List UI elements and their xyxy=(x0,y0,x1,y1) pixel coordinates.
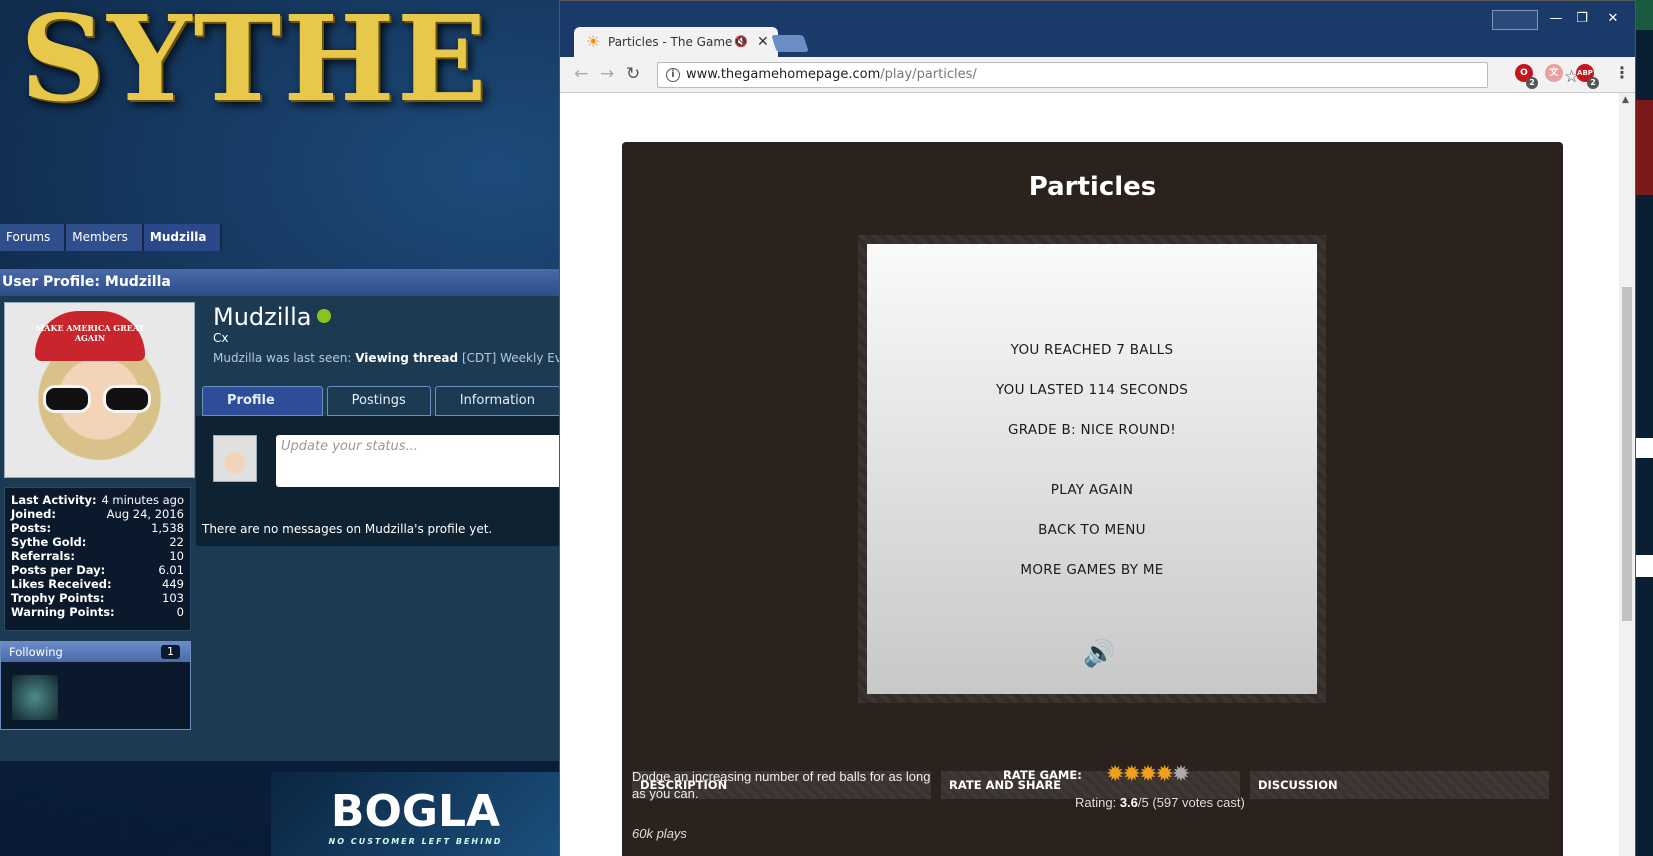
stat-row: Posts: 1,538 xyxy=(11,521,184,535)
address-bar[interactable]: i www.thegamehomepage.com/play/particles… xyxy=(657,62,1579,88)
rating-star-icon[interactable]: ✹ xyxy=(1155,762,1173,787)
page-viewport: Particles YOU REACHED 7 BALLS YOU LASTED… xyxy=(560,93,1619,856)
stat-row: Likes Received: 449 xyxy=(11,577,184,591)
reload-icon[interactable]: ↻ xyxy=(626,65,640,83)
status-input[interactable]: Update your status... xyxy=(276,435,566,487)
play-count: 60k plays xyxy=(632,826,687,841)
breadcrumb-members[interactable]: Members xyxy=(66,224,144,251)
grade-result: GRADE B: NICE ROUND! xyxy=(1008,422,1176,438)
url-domain: www.thegamehomepage.com xyxy=(686,67,881,82)
more-games-button[interactable]: MORE GAMES BY ME xyxy=(867,562,1317,578)
browser-toolbar: ← → ↻ i www.thegamehomepage.com/play/par… xyxy=(560,57,1635,93)
no-messages-text: There are no messages on Mudzilla's prof… xyxy=(202,522,493,536)
stat-row: Last Activity: 4 minutes ago xyxy=(11,493,184,507)
rating-star-icon[interactable]: ✹ xyxy=(1106,762,1124,787)
minimize-icon[interactable]: — xyxy=(1543,10,1569,30)
following-user-avatar[interactable] xyxy=(12,675,58,720)
browser-tab-active[interactable]: ☀ Particles - The Game H 🔇 ✕ xyxy=(574,27,778,57)
tab-information[interactable]: Information xyxy=(434,386,560,416)
sun-favicon-icon: ☀ xyxy=(586,32,601,51)
scroll-up-icon[interactable]: ▲ xyxy=(1622,95,1629,105)
tab-close-icon[interactable]: ✕ xyxy=(757,27,769,57)
rate-game-label: RATE GAME: xyxy=(1003,768,1082,782)
rating-value: 3.6 xyxy=(1119,795,1138,810)
background-window-edge xyxy=(1636,0,1653,856)
tab-postings[interactable]: Postings xyxy=(326,386,431,416)
rating-star-icon[interactable]: ✹ xyxy=(1122,762,1140,787)
stat-row: Sythe Gold: 22 xyxy=(11,535,184,549)
banner-title: BOGLA xyxy=(330,786,501,837)
stat-row: Trophy Points: 103 xyxy=(11,591,184,605)
stat-row: Posts per Day: 6.01 xyxy=(11,563,184,577)
rating-star-icon[interactable]: ✹ xyxy=(1172,762,1190,787)
following-count-badge: 1 xyxy=(161,645,180,659)
vertical-scrollbar[interactable]: ▲ xyxy=(1619,93,1635,856)
profile-avatar[interactable]: MAKE AMERICA GREAT AGAIN xyxy=(4,302,195,478)
game-panel: Particles YOU REACHED 7 BALLS YOU LASTED… xyxy=(622,142,1563,856)
menu-dots-icon[interactable]: ⋮ xyxy=(1614,63,1630,82)
close-window-icon[interactable]: ✕ xyxy=(1595,10,1631,30)
game-description: Dodge an increasing number of red balls … xyxy=(632,769,931,801)
balls-result: YOU REACHED 7 BALLS xyxy=(1010,342,1174,358)
following-box: Following 1 xyxy=(0,641,191,730)
game-title: Particles xyxy=(1028,172,1157,202)
bogla-banner[interactable]: BOGLA NO CUSTOMER LEFT BEHIND xyxy=(271,772,560,856)
last-seen: Mudzilla was last seen: Viewing thread [… xyxy=(213,351,590,365)
last-seen-action: Viewing thread xyxy=(355,351,459,365)
avatar-sunglasses xyxy=(43,385,155,413)
online-indicator-icon xyxy=(317,309,332,323)
adblock-count-badge: 2 xyxy=(1587,77,1599,89)
breadcrumb-forums[interactable]: Forums xyxy=(0,224,67,251)
stat-row: Joined: Aug 24, 2016 xyxy=(11,507,184,521)
profile-stats: Last Activity: 4 minutes ago Joined: Aug 2… xyxy=(4,487,191,631)
star-rating[interactable]: ✹✹✹✹✹ xyxy=(1106,762,1190,787)
profile-area: User Profile: Mudzilla MAKE AMERICA GREA… xyxy=(0,269,589,761)
profile-tabs: Profile Posts Postings Information xyxy=(202,386,560,436)
rating-star-icon[interactable]: ✹ xyxy=(1139,762,1157,787)
profile-header: User Profile: Mudzilla xyxy=(0,269,560,296)
browser-window: — ❐ ✕ ☀ Particles - The Game H 🔇 ✕ ← → ↻… xyxy=(559,0,1636,856)
maximize-icon[interactable]: ❐ xyxy=(1569,10,1595,30)
tab-title: Particles - The Game H xyxy=(608,35,746,49)
username-text: Mudzilla xyxy=(213,303,312,331)
sound-speaker-icon[interactable]: 🔊 xyxy=(1083,639,1115,669)
section-discussion: DISCUSSION xyxy=(1250,771,1549,799)
seconds-result: YOU LASTED 114 SECONDS xyxy=(995,382,1189,398)
avatar-cap: MAKE AMERICA GREAT AGAIN xyxy=(35,311,145,361)
extension-count-badge: 2 xyxy=(1526,77,1538,89)
play-again-button[interactable]: PLAY AGAIN xyxy=(867,482,1317,498)
breadcrumb-current[interactable]: Mudzilla xyxy=(143,224,223,251)
game-frame: YOU REACHED 7 BALLS YOU LASTED 114 SECON… xyxy=(858,235,1326,703)
site-logo[interactable]: SYTHE xyxy=(20,0,489,118)
back-arrow-icon[interactable]: ← xyxy=(574,65,588,83)
back-to-menu-button[interactable]: BACK TO MENU xyxy=(867,522,1317,538)
site-info-icon[interactable]: i xyxy=(666,68,680,82)
stat-row: Warning Points: 0 xyxy=(11,605,184,619)
banner-tagline: NO CUSTOMER LEFT BEHIND xyxy=(328,837,503,846)
game-canvas[interactable]: YOU REACHED 7 BALLS YOU LASTED 114 SECON… xyxy=(867,244,1317,694)
status-avatar xyxy=(213,435,257,482)
breadcrumb: Forums Members Mudzilla xyxy=(0,224,223,251)
scrollbar-thumb[interactable] xyxy=(1622,287,1632,621)
translate-extension-icon[interactable]: 文 xyxy=(1545,64,1563,82)
following-header[interactable]: Following 1 xyxy=(1,642,190,662)
url-path: /play/particles/ xyxy=(880,67,977,82)
rating-summary: Rating: 3.6/5 (597 votes cast) xyxy=(1075,795,1245,810)
forward-arrow-icon[interactable]: → xyxy=(600,65,614,83)
new-tab-button[interactable] xyxy=(771,35,809,52)
tab-profile-posts[interactable]: Profile Posts xyxy=(202,386,323,436)
user-title: Cx xyxy=(213,331,229,345)
stat-row: Referrals: 10 xyxy=(11,549,184,563)
muted-speaker-icon[interactable]: 🔇 xyxy=(734,27,748,57)
profile-username: Mudzilla xyxy=(213,303,332,331)
browser-titlebar: — ❐ ✕ ☀ Particles - The Game H 🔇 ✕ xyxy=(560,1,1635,57)
profile-button[interactable] xyxy=(1492,10,1538,30)
